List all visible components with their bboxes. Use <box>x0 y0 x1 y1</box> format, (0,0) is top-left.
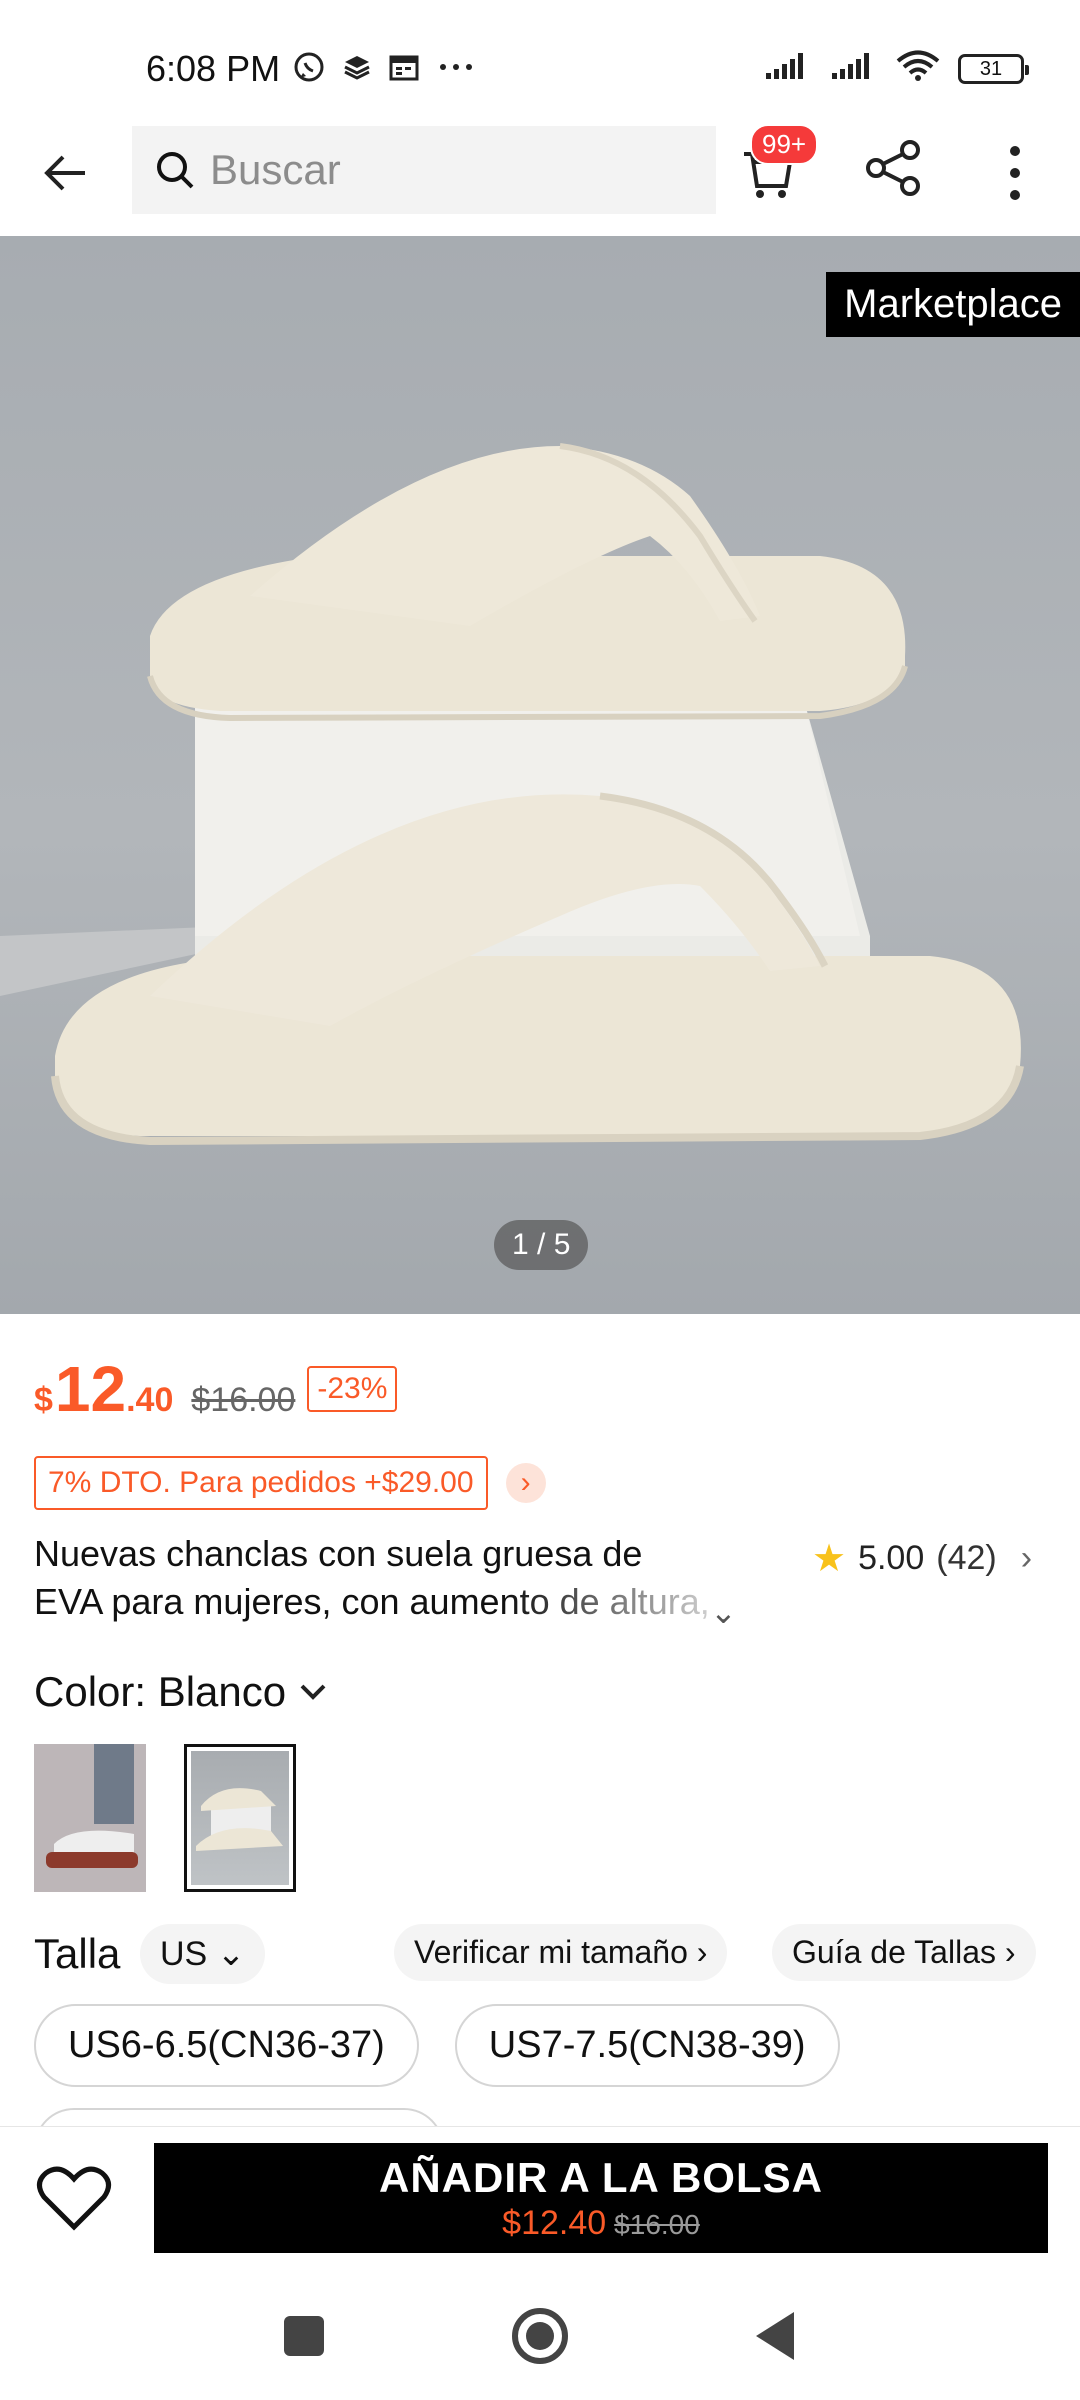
system-back-button[interactable] <box>756 2312 794 2360</box>
star-icon: ★ <box>812 1538 847 1580</box>
size-label: Talla <box>34 1930 121 1977</box>
calendar-icon <box>388 52 420 87</box>
size-option[interactable]: US6-6.5(CN36-37) <box>34 2004 419 2087</box>
product-title-line1: Nuevas chanclas con suela gruesa de <box>34 1533 643 1574</box>
wifi-icon <box>896 50 940 87</box>
chevron-right-icon: › <box>696 1934 708 1970</box>
system-nav-bar <box>0 2266 1080 2400</box>
rating-summary[interactable]: ★ 5.00 (42) › <box>812 1536 1032 1581</box>
price-integer: 12 <box>54 1353 127 1425</box>
home-button[interactable] <box>512 2308 568 2364</box>
size-header: Talla US ⌄ Verificar mi tamaño › Guía de… <box>34 1924 1046 1984</box>
add-to-bag-button[interactable]: AÑADIR A LA BOLSA $12.40 $16.00 <box>154 2143 1048 2253</box>
signal-icon <box>764 51 812 86</box>
chevron-down-icon <box>300 1684 326 1700</box>
discount-badge: -23% <box>307 1366 398 1412</box>
image-page-indicator: 1 / 5 <box>494 1220 589 1270</box>
add-to-bag-prices: $12.40 $16.00 <box>502 2204 700 2243</box>
chevron-right-icon: › <box>1004 1934 1016 1970</box>
chevron-down-icon[interactable]: ⌄ <box>710 1588 737 1636</box>
add-to-bag-original-price: $16.00 <box>614 2208 700 2240</box>
add-to-bag-price: $12.40 <box>502 2203 607 2242</box>
price-row: $ 12 .40 $16.00 -23% <box>34 1352 398 1426</box>
size-option[interactable]: US7-7.5(CN38-39) <box>454 2004 840 2087</box>
size-guide-label: Guía de Tallas <box>792 1934 996 1970</box>
more-dot <box>1010 146 1020 156</box>
battery-icon: 31 <box>958 53 1029 84</box>
more-dot <box>1010 168 1020 178</box>
chevron-right-icon: › <box>1020 1539 1033 1577</box>
color-swatch-1[interactable] <box>34 1744 146 1892</box>
product-title[interactable]: Nuevas chanclas con suela gruesa de EVA … <box>34 1530 737 1630</box>
color-selector[interactable]: Color: Blanco <box>34 1668 328 1716</box>
price-decimal: .40 <box>126 1381 174 1419</box>
verify-size-button[interactable]: Verificar mi tamaño › <box>394 1924 728 1981</box>
status-time: 6:08 PM <box>146 48 281 89</box>
promo-row[interactable]: 7% DTO. Para pedidos +$29.00 › <box>34 1456 546 1510</box>
cart-badge: 99+ <box>750 124 819 165</box>
search-box[interactable] <box>132 126 716 214</box>
heart-icon <box>37 2166 111 2231</box>
product-title-line2: EVA para mujeres, con aumento de altura, <box>34 1581 710 1622</box>
price-currency: $ <box>34 1381 53 1419</box>
marketplace-tag: Marketplace <box>826 272 1080 337</box>
share-button[interactable] <box>864 138 934 208</box>
swatch-thumbnail <box>34 1744 146 1892</box>
back-button[interactable] <box>30 138 100 208</box>
layers-icon <box>342 52 372 87</box>
header: 99+ <box>0 120 1080 236</box>
chevron-right-icon[interactable]: › <box>505 1463 546 1503</box>
more-options-button[interactable] <box>992 138 1038 208</box>
search-input[interactable] <box>210 146 690 194</box>
more-dot <box>1010 190 1020 200</box>
size-unit-value: US <box>160 1935 208 1973</box>
size-options: US6-6.5(CN36-37) US7-7.5(CN38-39) <box>34 2004 840 2087</box>
product-image <box>0 443 1024 1146</box>
promo-text[interactable]: 7% DTO. Para pedidos +$29.00 <box>34 1456 488 1510</box>
signal-icon <box>830 51 878 86</box>
status-icons-left <box>292 50 476 89</box>
share-icon <box>866 140 920 196</box>
swatch-thumbnail <box>191 1751 289 1885</box>
back-arrow-icon <box>44 155 85 191</box>
more-dots-icon <box>436 52 476 87</box>
add-to-bag-label: AÑADIR A LA BOLSA <box>379 2153 823 2201</box>
rating-score: 5.00 <box>858 1539 925 1577</box>
recent-apps-button[interactable] <box>284 2316 324 2356</box>
color-swatch-2-selected[interactable] <box>184 1744 296 1892</box>
status-bar: 6:08 PM 31 <box>0 0 1080 120</box>
product-image-gallery[interactable]: Marketplace 1 / 5 <box>0 236 1080 1314</box>
verify-size-label: Verificar mi tamaño <box>414 1934 688 1970</box>
home-icon <box>526 2322 554 2350</box>
color-label: Color: Blanco <box>34 1668 287 1715</box>
chevron-down-icon: ⌄ <box>216 1935 246 1973</box>
search-icon <box>157 152 194 189</box>
wishlist-button[interactable] <box>36 2163 116 2243</box>
rating-count: (42) <box>936 1539 997 1577</box>
original-price: $16.00 <box>191 1381 296 1419</box>
size-guide-button[interactable]: Guía de Tallas › <box>772 1924 1036 1981</box>
bottom-action-bar: AÑADIR A LA BOLSA $12.40 $16.00 <box>0 2126 1080 2266</box>
size-unit-select[interactable]: US ⌄ <box>140 1924 266 1984</box>
whatsapp-icon <box>292 50 326 89</box>
status-icons-right: 31 <box>764 50 1029 87</box>
